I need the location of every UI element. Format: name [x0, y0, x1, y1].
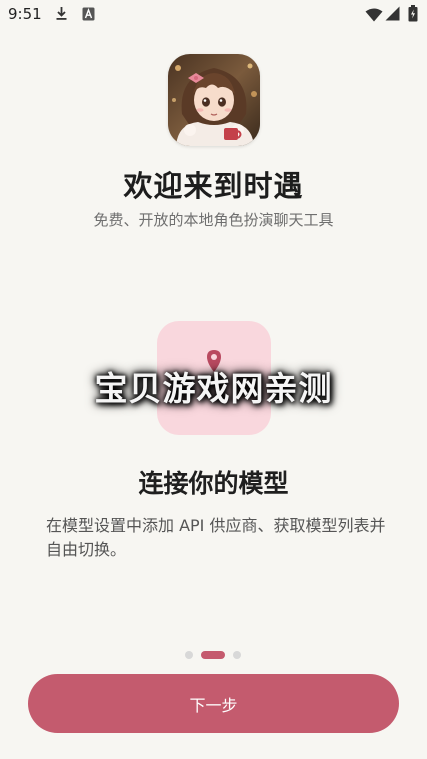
page-indicator — [185, 651, 241, 659]
feature-title: 连接你的模型 — [138, 469, 289, 498]
battery-icon — [408, 5, 418, 26]
a-icon — [82, 6, 95, 25]
signal-icon — [385, 6, 400, 25]
welcome-title: 欢迎来到时遇 — [123, 169, 304, 203]
page-dot-active[interactable] — [201, 651, 225, 659]
status-time: 9:51 — [8, 5, 42, 23]
watermark-text: 宝贝游戏网亲测 — [94, 369, 333, 408]
page-dot[interactable] — [233, 651, 241, 659]
app-logo — [168, 54, 260, 146]
feature-description: 在模型设置中添加 API 供应商、获取模型列表并自由切换。 — [46, 516, 386, 559]
page-dot[interactable] — [185, 651, 193, 659]
onboarding-screen: 9:51 欢迎来到时遇 免费、开放的本地角色扮演聊天工具 宝贝游戏网亲测 连接你… — [0, 0, 427, 759]
next-step-label: 下一步 — [189, 695, 238, 715]
welcome-subtitle: 免费、开放的本地角色扮演聊天工具 — [93, 211, 334, 229]
status-bar: 9:51 — [0, 0, 427, 30]
next-step-button[interactable]: 下一步 — [28, 674, 399, 733]
download-icon — [55, 6, 68, 25]
wifi-icon — [365, 7, 383, 26]
